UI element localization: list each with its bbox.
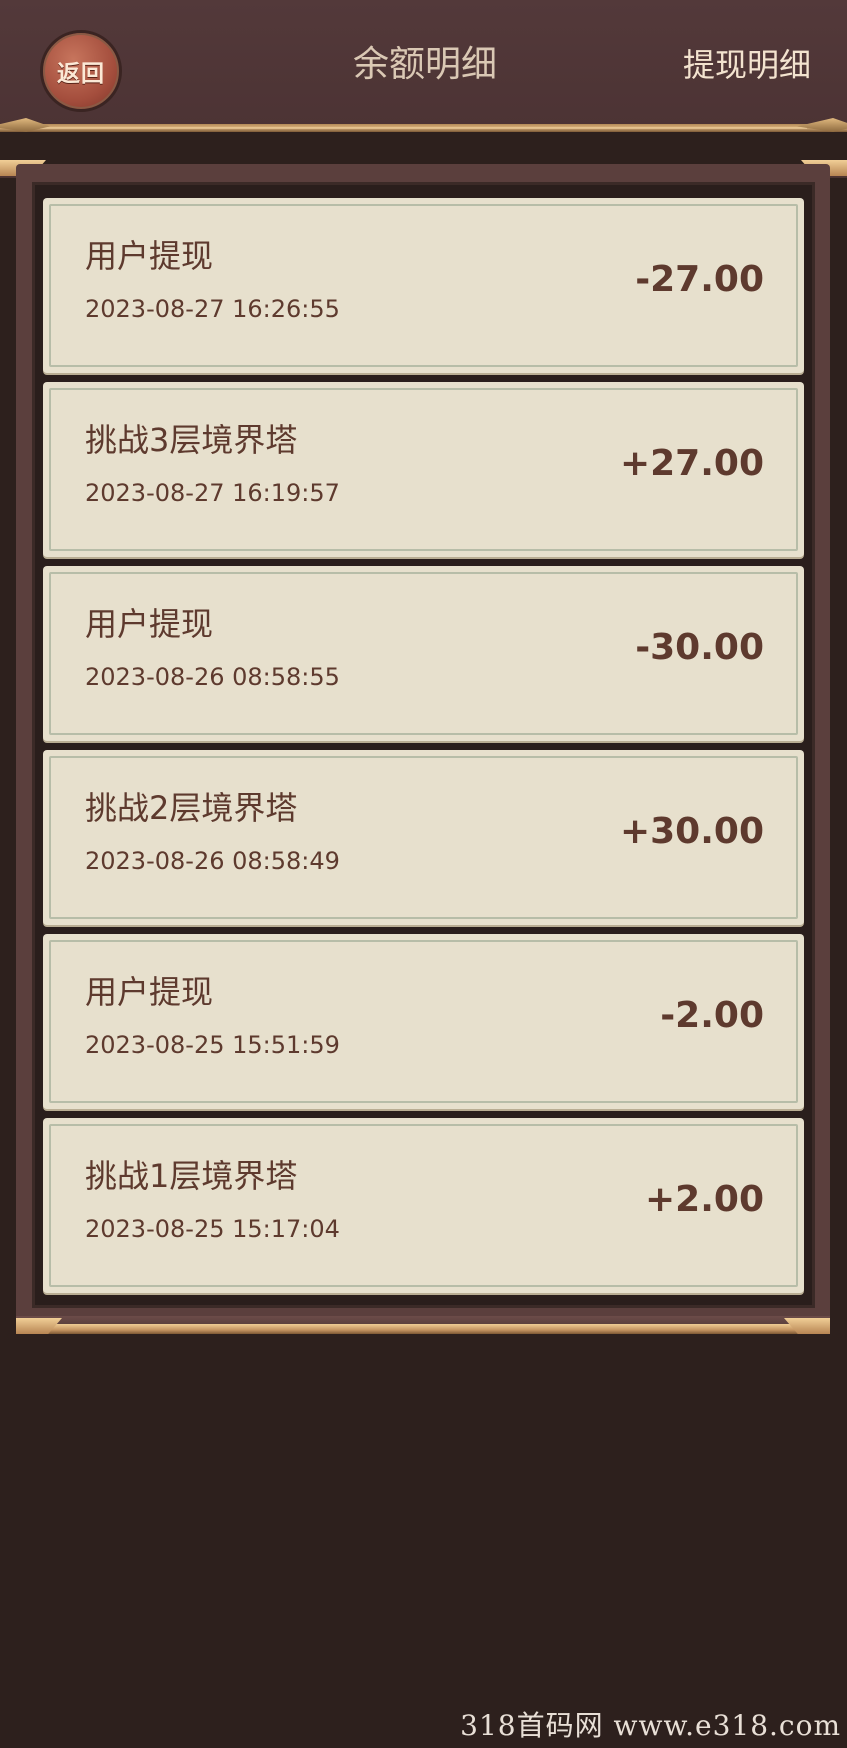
withdraw-detail-link[interactable]: 提现明细 (683, 42, 811, 88)
record-title: 用户提现 (85, 237, 214, 275)
panel-bottom-gold-trim (16, 1324, 830, 1334)
record-title: 挑战2层境界塔 (85, 789, 298, 827)
list-item: 用户提现 2023-08-26 08:58:55 -30.00 (43, 566, 804, 741)
record-timestamp: 2023-08-25 15:51:59 (85, 1031, 340, 1059)
record-timestamp: 2023-08-26 08:58:55 (85, 663, 340, 691)
list-item: 挑战2层境界塔 2023-08-26 08:58:49 +30.00 (43, 750, 804, 925)
record-title: 用户提现 (85, 605, 214, 643)
record-timestamp: 2023-08-27 16:26:55 (85, 295, 340, 323)
record-amount: -30.00 (635, 627, 764, 668)
record-amount: -2.00 (660, 995, 764, 1036)
record-amount: -27.00 (635, 259, 764, 300)
record-title: 用户提现 (85, 973, 214, 1011)
record-title: 挑战1层境界塔 (85, 1157, 298, 1195)
back-button-label: 返回 (57, 60, 105, 87)
list-item: 挑战3层境界塔 2023-08-27 16:19:57 +27.00 (43, 382, 804, 557)
record-title: 挑战3层境界塔 (85, 421, 298, 459)
record-timestamp: 2023-08-26 08:58:49 (85, 847, 340, 875)
list-item: 用户提现 2023-08-27 16:26:55 -27.00 (43, 198, 804, 373)
record-timestamp: 2023-08-25 15:17:04 (85, 1215, 340, 1243)
record-timestamp: 2023-08-27 16:19:57 (85, 479, 340, 507)
top-bar: 返回 余额明细 提现明细 (0, 0, 847, 132)
page-title: 余额明细 (352, 44, 497, 85)
record-amount: +2.00 (645, 1179, 764, 1220)
back-button[interactable]: 返回 (40, 30, 122, 112)
header-trim-highlight (40, 127, 807, 129)
site-watermark: 318首码网 www.e318.com (460, 1709, 841, 1742)
list-item: 挑战1层境界塔 2023-08-25 15:17:04 +2.00 (43, 1118, 804, 1293)
header-gold-trim (0, 124, 847, 132)
balance-record-list: 用户提现 2023-08-27 16:26:55 -27.00 挑战3层境界塔 … (43, 198, 804, 1302)
list-item: 用户提现 2023-08-25 15:51:59 -2.00 (43, 934, 804, 1109)
record-amount: +27.00 (619, 443, 764, 484)
record-amount: +30.00 (619, 811, 764, 852)
